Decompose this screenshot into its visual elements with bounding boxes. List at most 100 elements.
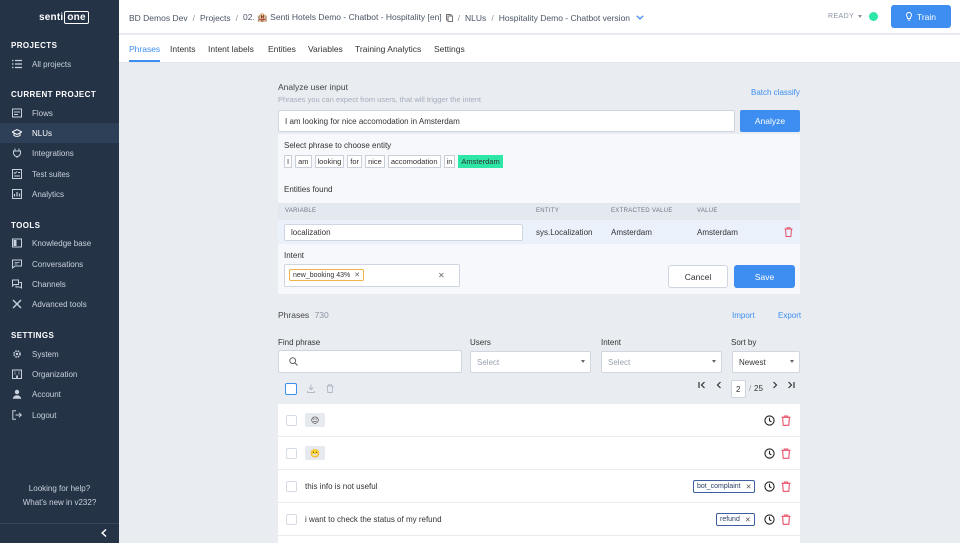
prev-page-icon[interactable] xyxy=(716,381,722,391)
tab-intents[interactable]: Intents xyxy=(170,44,196,54)
phrase-row[interactable] xyxy=(278,536,800,543)
analyze-button[interactable]: Analyze xyxy=(740,110,800,132)
active-tab-indicator xyxy=(129,60,160,62)
sentione-logo[interactable]: senti one xyxy=(39,10,89,24)
copy-icon[interactable] xyxy=(445,13,453,22)
entities-found-label: Entities found xyxy=(284,185,333,194)
sidebar-item-analytics[interactable]: Analytics xyxy=(0,184,119,204)
tab-settings[interactable]: Settings xyxy=(434,44,465,54)
status-dropdown[interactable]: READY xyxy=(828,13,863,20)
breadcrumb-nlus[interactable]: NLUs xyxy=(465,13,486,23)
next-page-icon[interactable] xyxy=(772,381,778,391)
trash-icon[interactable] xyxy=(784,227,793,239)
chevron-down-icon[interactable] xyxy=(636,15,644,20)
export-link[interactable]: Export xyxy=(778,311,801,320)
status-label: READY xyxy=(828,13,855,20)
page-input[interactable]: 2 xyxy=(731,380,746,398)
trash-icon[interactable] xyxy=(781,514,791,525)
token-highlighted[interactable]: Amsterdam xyxy=(458,155,503,168)
sidebar-item-channels[interactable]: Channels xyxy=(0,274,119,294)
history-icon[interactable] xyxy=(764,415,775,426)
users-select[interactable]: Select xyxy=(470,351,591,373)
sidebar-item-system[interactable]: System xyxy=(0,344,119,364)
save-button[interactable]: Save xyxy=(734,265,795,288)
sort-by-label: Sort by xyxy=(731,338,757,347)
import-link[interactable]: Import xyxy=(732,311,755,320)
sidebar-item-nlus[interactable]: NLUs xyxy=(0,123,119,143)
sidebar-item-knowledge-base[interactable]: Knowledge base xyxy=(0,233,119,253)
sort-by-select[interactable]: Newest xyxy=(732,351,800,373)
sidebar-item-all-projects[interactable]: All projects xyxy=(0,54,119,74)
intent-tag[interactable]: refund ✕ xyxy=(716,513,755,526)
book-icon xyxy=(12,238,22,248)
row-checkbox[interactable] xyxy=(286,481,297,492)
token[interactable]: nice xyxy=(365,155,385,168)
breadcrumb-project[interactable]: 02. 🏨 Senti Hotels Demo - Chatbot - Hosp… xyxy=(243,12,442,23)
trash-icon[interactable] xyxy=(781,481,791,492)
download-icon[interactable] xyxy=(307,384,315,395)
history-icon[interactable] xyxy=(764,481,775,492)
phrase-row[interactable]: this info is not useful bot_complaint ✕ xyxy=(278,470,800,503)
sidebar: senti one PROJECTS All projects CURRENT P… xyxy=(0,0,119,543)
breadcrumb-projects[interactable]: Projects xyxy=(200,13,231,23)
phrase-row[interactable]: 😬 xyxy=(278,437,800,470)
sidebar-item-logout[interactable]: Logout xyxy=(0,405,119,425)
tab-intent-labels[interactable]: Intent labels xyxy=(208,44,254,54)
trash-icon[interactable] xyxy=(781,415,791,426)
phrase-row[interactable]: i want to check the status of my refund … xyxy=(278,503,800,536)
history-icon[interactable] xyxy=(764,514,775,525)
tab-variables[interactable]: Variables xyxy=(308,44,343,54)
sidebar-item-conversations[interactable]: Conversations xyxy=(0,254,119,274)
sidebar-item-flows[interactable]: Flows xyxy=(0,103,119,123)
sidebar-item-account[interactable]: Account xyxy=(0,384,119,404)
sidebar-item-advanced-tools[interactable]: Advanced tools xyxy=(0,294,119,314)
token[interactable]: accomodation xyxy=(387,155,441,168)
token[interactable]: for xyxy=(347,155,363,168)
caret-down-icon xyxy=(858,15,863,18)
cancel-button[interactable]: Cancel xyxy=(668,265,728,288)
intent-filter-select[interactable]: Select xyxy=(601,351,722,373)
token[interactable]: in xyxy=(443,155,456,168)
sidebar-item-organization[interactable]: Organization xyxy=(0,364,119,384)
entity-cell: sys.Localization xyxy=(536,228,593,237)
caret-down-icon xyxy=(712,360,716,363)
phrase-row[interactable]: 😐 xyxy=(278,404,800,437)
breadcrumb: BD Demos Dev / Projects / 02. 🏨 Senti Ho… xyxy=(129,12,644,23)
breadcrumb-version[interactable]: Hospitality Demo - Chatbot version xyxy=(499,13,630,23)
tab-phrases[interactable]: Phrases xyxy=(129,44,160,54)
last-page-icon[interactable] xyxy=(787,381,795,391)
token[interactable]: looking xyxy=(314,155,345,168)
intent-select[interactable]: new_booking 43% ✕ ✕ xyxy=(284,264,460,287)
help-link[interactable]: Looking for help? xyxy=(0,484,119,493)
breadcrumb-org[interactable]: BD Demos Dev xyxy=(129,13,188,23)
first-page-icon[interactable] xyxy=(698,381,706,391)
find-phrase-input[interactable] xyxy=(278,350,462,373)
trash-icon[interactable] xyxy=(781,448,791,459)
collapse-sidebar-button[interactable] xyxy=(0,523,119,543)
row-checkbox[interactable] xyxy=(286,448,297,459)
bulk-delete-icon[interactable] xyxy=(326,384,334,395)
sidebar-item-test-suites[interactable]: Test suites xyxy=(0,164,119,184)
sidebar-item-label: Integrations xyxy=(32,148,74,158)
select-all-checkbox[interactable] xyxy=(285,383,297,395)
intent-chip[interactable]: new_booking 43% ✕ xyxy=(289,269,365,281)
row-checkbox[interactable] xyxy=(286,415,297,426)
token[interactable]: I xyxy=(284,155,293,168)
variable-input[interactable]: localization xyxy=(284,224,523,241)
train-button[interactable]: Train xyxy=(891,5,951,28)
clear-icon[interactable]: ✕ xyxy=(438,271,445,280)
remove-tag-icon[interactable]: ✕ xyxy=(745,516,751,524)
graduation-cap-icon xyxy=(12,128,22,138)
row-checkbox[interactable] xyxy=(286,514,297,525)
token[interactable]: am xyxy=(295,155,312,168)
intent-tag[interactable]: bot_complaint ✕ xyxy=(693,480,756,493)
batch-classify-link[interactable]: Batch classify xyxy=(751,88,800,97)
whats-new-link[interactable]: What's new in v232? xyxy=(0,498,119,507)
tab-training-analytics[interactable]: Training Analytics xyxy=(355,44,421,54)
analyze-input[interactable]: I am looking for nice accomodation in Am… xyxy=(278,110,735,132)
sidebar-item-integrations[interactable]: Integrations xyxy=(0,143,119,163)
remove-tag-icon[interactable]: ✕ xyxy=(746,483,752,491)
remove-chip-icon[interactable]: ✕ xyxy=(354,271,360,279)
tab-entities[interactable]: Entities xyxy=(268,44,296,54)
history-icon[interactable] xyxy=(764,448,775,459)
